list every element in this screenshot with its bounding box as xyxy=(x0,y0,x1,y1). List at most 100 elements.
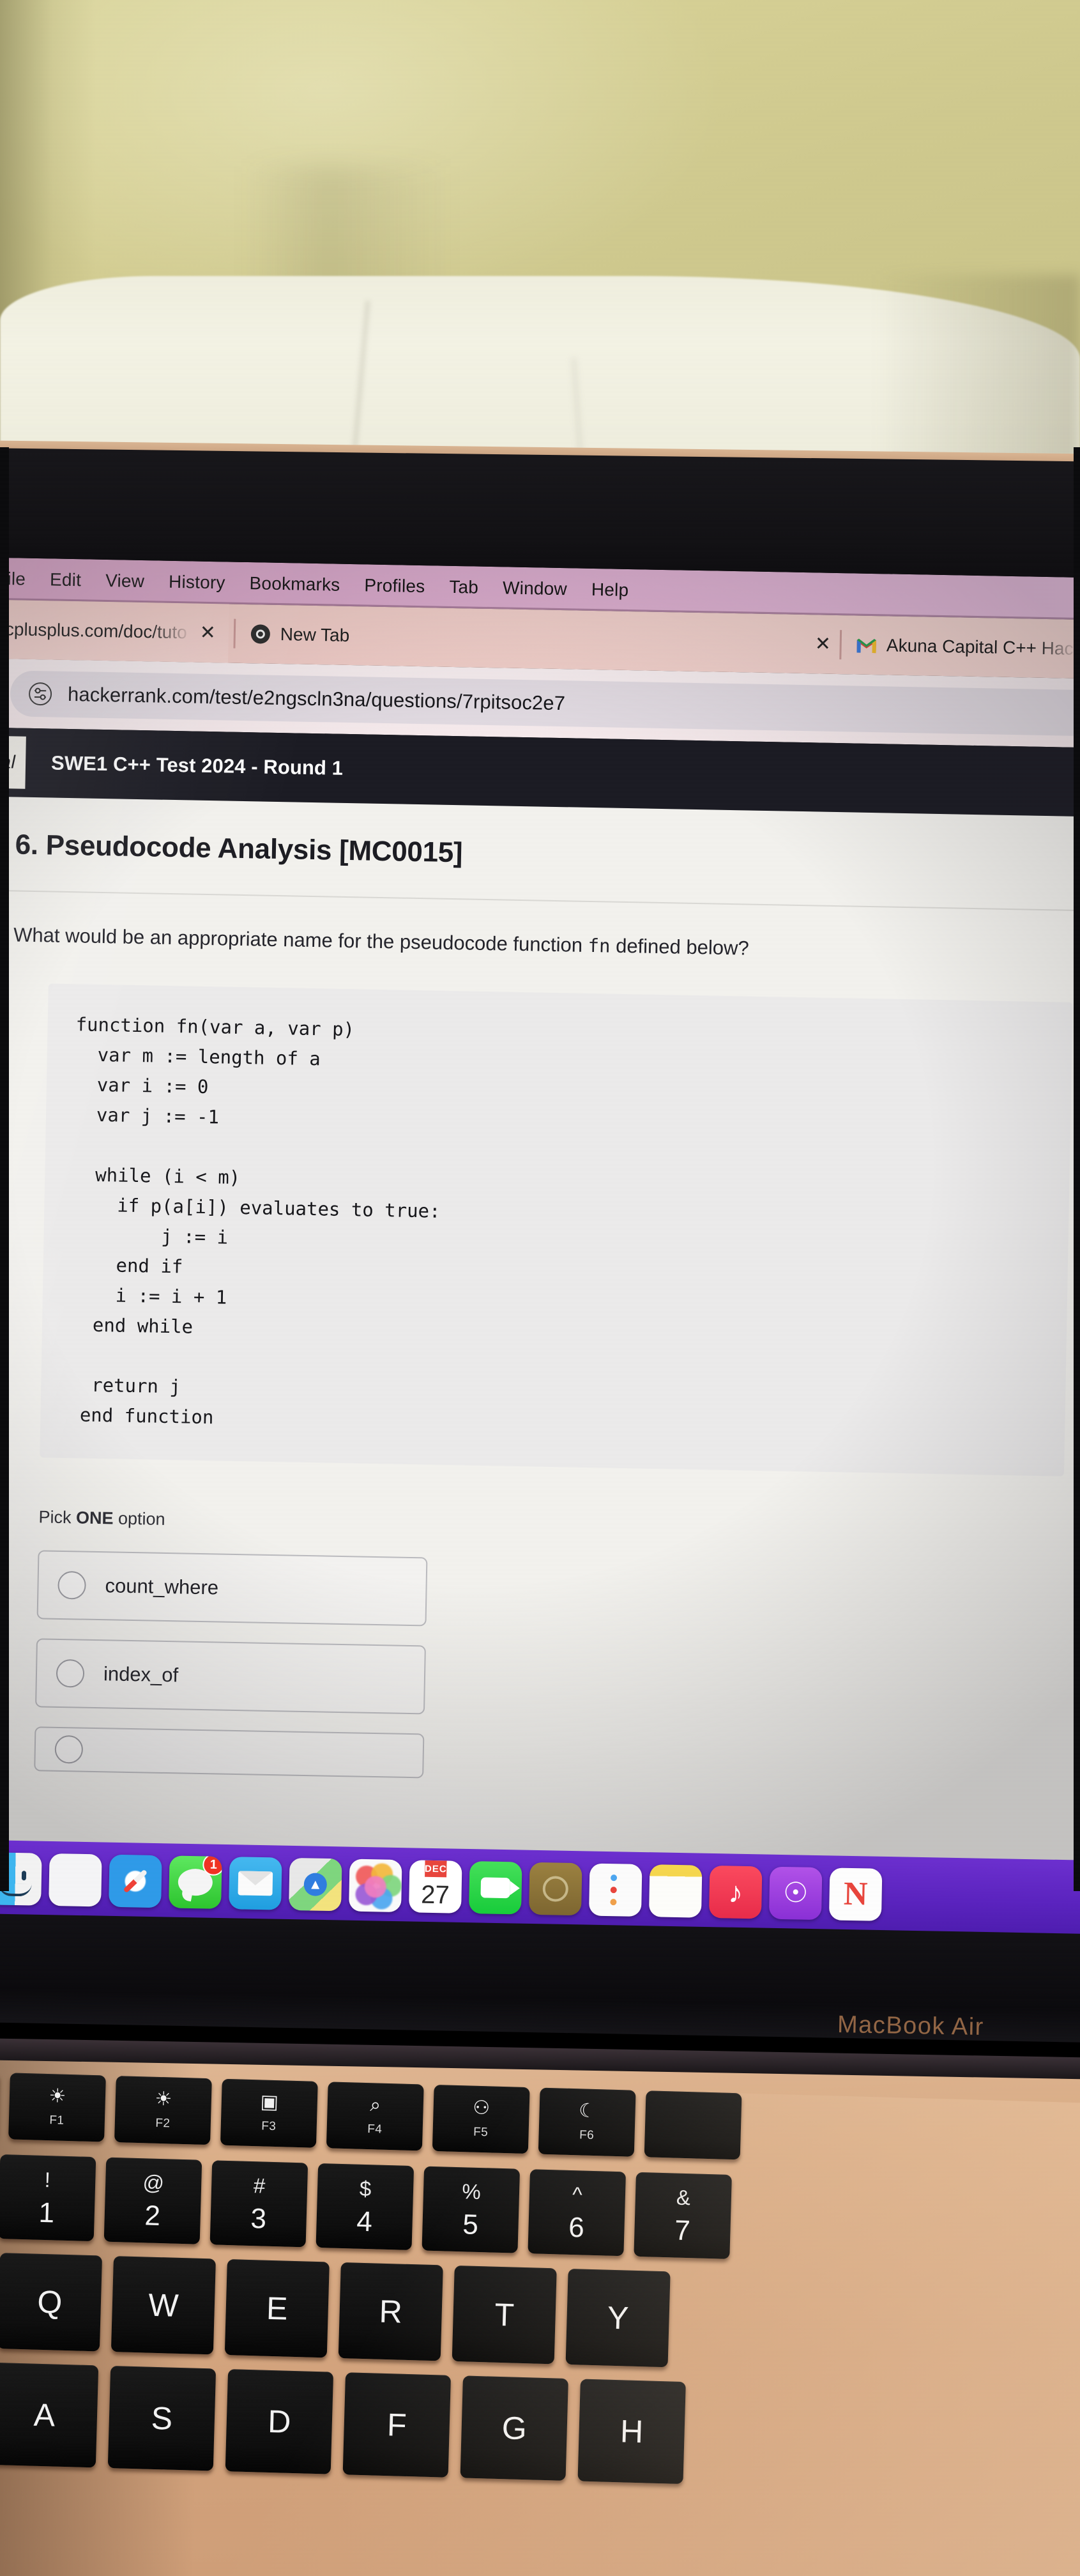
key-r[interactable]: R xyxy=(338,2262,443,2361)
option-label: index_of xyxy=(103,1662,179,1686)
key-f5[interactable]: ⚇ F5 xyxy=(432,2084,530,2154)
calendar-icon[interactable]: DEC 27 xyxy=(409,1860,462,1913)
key-h[interactable]: H xyxy=(577,2379,686,2485)
menu-item-profiles[interactable]: Profiles xyxy=(352,575,437,597)
url-text[interactable]: hackerrank.com/test/e2ngscln3na/question… xyxy=(68,683,566,715)
spotlight-search-icon: ⌕ xyxy=(369,2094,381,2116)
key-q[interactable]: Q xyxy=(0,2253,103,2352)
brightness-up-icon: ☀ xyxy=(155,2088,172,2110)
key-5[interactable]: % 5 xyxy=(422,2166,521,2253)
key-f2[interactable]: ☀ F2 xyxy=(114,2076,212,2145)
answer-option-partial-hidden[interactable] xyxy=(34,1726,425,1778)
key-f6[interactable]: ☾ F6 xyxy=(538,2087,636,2157)
radio-button-icon[interactable] xyxy=(57,1570,86,1600)
answer-option-index-of[interactable]: index_of xyxy=(35,1637,426,1714)
music-icon[interactable]: ♪ xyxy=(708,1865,763,1919)
podcast-antenna-glyph: ☉ xyxy=(782,1877,809,1909)
address-bar[interactable]: hackerrank.com/test/e2ngscln3na/question… xyxy=(10,670,1080,737)
key-label: Q xyxy=(36,2283,63,2320)
dictation-mic-icon: ⚇ xyxy=(472,2097,491,2119)
tab-title: Akuna Capital C++ Hac xyxy=(886,635,1074,659)
news-icon[interactable]: N xyxy=(828,1867,883,1921)
maps-icon[interactable]: ▲ xyxy=(289,1857,342,1912)
browser-tab-new-tab[interactable]: New Tab xyxy=(240,604,359,665)
key-f1[interactable]: ☀ F1 xyxy=(8,2073,106,2142)
answer-options-list: count_where index_of xyxy=(34,1549,1080,1790)
pick-label-bold: ONE xyxy=(75,1507,114,1528)
browser-tab-cplusplus[interactable]: cplusplus.com/doc/tuto ✕ xyxy=(0,599,229,663)
key-f4[interactable]: ⌕ F4 xyxy=(326,2082,424,2151)
key-w[interactable]: W xyxy=(110,2256,216,2355)
key-shift-symbol: & xyxy=(676,2185,691,2209)
key-d[interactable]: D xyxy=(225,2369,334,2474)
key-label: Y xyxy=(607,2299,630,2336)
browser-tab-akuna-capital[interactable]: Akuna Capital C++ Hac ✕ xyxy=(846,615,1080,679)
close-icon[interactable]: ✕ xyxy=(811,633,835,654)
radio-button-icon[interactable] xyxy=(56,1659,85,1688)
radio-button-icon[interactable] xyxy=(54,1735,84,1764)
mission-control-icon: ▣ xyxy=(260,2091,279,2113)
bed-right-shadow xyxy=(805,275,1080,466)
prompt-part-2: defined below? xyxy=(610,934,749,960)
reminders-icon[interactable] xyxy=(588,1863,643,1917)
key-label: H xyxy=(620,2413,644,2450)
key-y[interactable]: Y xyxy=(565,2268,671,2368)
answer-option-count-where[interactable]: count_where xyxy=(36,1549,428,1626)
question-page: 6. Pseudocode Analysis [MC0015] What wou… xyxy=(0,795,1080,1894)
maps-pin: ▲ xyxy=(303,1873,328,1896)
key-7[interactable]: & 7 xyxy=(634,2172,732,2259)
mail-envelope xyxy=(238,1871,273,1896)
key-shift-symbol: # xyxy=(253,2173,266,2198)
key-f3[interactable]: ▣ F3 xyxy=(220,2078,318,2148)
key-shift-symbol: $ xyxy=(359,2176,372,2200)
safari-icon[interactable] xyxy=(109,1854,162,1908)
keyboard-home-row: A S D F G H xyxy=(0,2359,698,2485)
menu-item-bookmarks[interactable]: Bookmarks xyxy=(237,573,352,595)
messages-icon[interactable]: 1 xyxy=(169,1855,222,1909)
menu-item-edit[interactable]: Edit xyxy=(38,569,94,591)
page-title: 6. Pseudocode Analysis [MC0015] xyxy=(15,829,463,869)
menu-item-view[interactable]: View xyxy=(93,571,157,592)
menu-item-history[interactable]: History xyxy=(156,571,238,593)
launchpad-icon[interactable] xyxy=(49,1853,102,1907)
menu-item-help[interactable]: Help xyxy=(579,579,641,601)
key-2[interactable]: @ 2 xyxy=(103,2157,202,2244)
mail-icon[interactable] xyxy=(229,1857,282,1910)
facetime-icon[interactable] xyxy=(469,1861,522,1915)
key-3[interactable]: # 3 xyxy=(209,2160,308,2248)
close-icon[interactable]: ✕ xyxy=(195,622,220,643)
tab-title: New Tab xyxy=(280,624,350,645)
facetime-camera xyxy=(480,1877,511,1899)
key-g[interactable]: G xyxy=(460,2375,568,2481)
menu-item-window[interactable]: Window xyxy=(491,578,579,600)
key-s[interactable]: S xyxy=(107,2365,217,2471)
key-label: A xyxy=(33,2396,56,2434)
screen-left-edge xyxy=(0,447,9,1891)
key-label: 1 xyxy=(38,2196,55,2228)
key-1[interactable]: ! 1 xyxy=(0,2154,96,2242)
key-f7-partial[interactable] xyxy=(644,2090,742,2160)
key-t[interactable]: T xyxy=(452,2265,557,2365)
key-e[interactable]: E xyxy=(224,2259,330,2358)
contacts-icon[interactable] xyxy=(529,1862,582,1916)
do-not-disturb-icon: ☾ xyxy=(578,2100,597,2122)
key-a[interactable]: A xyxy=(0,2362,99,2468)
key-6[interactable]: ^ 6 xyxy=(528,2169,627,2257)
question-prompt: What would be an appropriate name for th… xyxy=(0,891,1080,970)
photos-icon[interactable] xyxy=(349,1859,402,1913)
key-label: 4 xyxy=(356,2205,373,2237)
key-label: F5 xyxy=(473,2125,489,2140)
keyboard-number-row: ! 1 @ 2 # 3 $ 4 % 5 ^ 6 & 7 xyxy=(0,2151,742,2259)
keyboard-qwerty-row: Q W E R T Y xyxy=(0,2250,682,2368)
tune-icon[interactable] xyxy=(26,679,56,709)
podcasts-icon[interactable]: ☉ xyxy=(768,1866,823,1920)
laptop-keyboard: ☀ F1 ☀ F2 ▣ F3 ⌕ F4 ⚇ F5 ☾ F6 ! 1 @ 2 # … xyxy=(0,2071,1080,2576)
key-label: F6 xyxy=(579,2128,595,2142)
key-4[interactable]: $ 4 xyxy=(316,2163,415,2251)
menu-item-tab[interactable]: Tab xyxy=(437,577,491,599)
tab-strip-spacer xyxy=(358,636,811,644)
notes-icon[interactable] xyxy=(648,1864,703,1918)
key-f[interactable]: F xyxy=(342,2372,452,2478)
reminders-row xyxy=(609,1899,621,1906)
key-label: F2 xyxy=(155,2116,171,2131)
